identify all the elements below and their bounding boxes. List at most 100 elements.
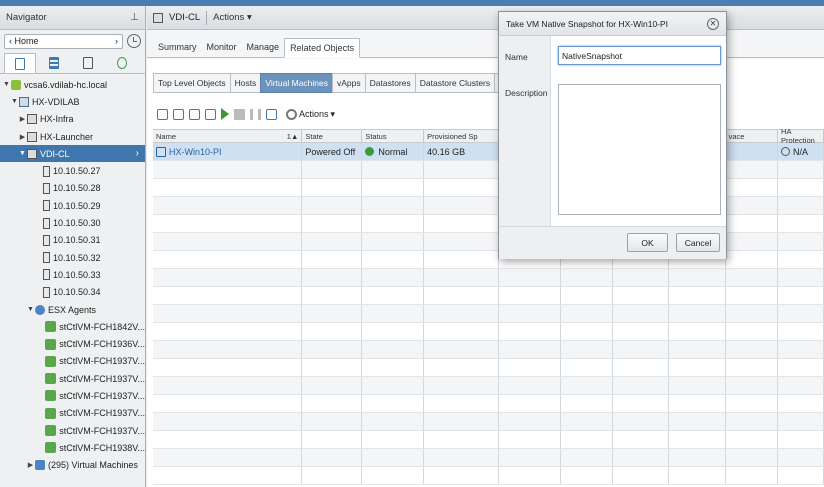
object-title-text: VDI-CL: [169, 12, 201, 23]
tab-networking[interactable]: [106, 53, 138, 73]
tree-item[interactable]: ▼ ESX Agents: [0, 301, 145, 318]
tree-item[interactable]: 10.10.50.34: [0, 284, 145, 301]
cell-status: Normal: [362, 143, 425, 160]
tab-manage[interactable]: Manage: [242, 37, 285, 57]
empty-cell: [362, 179, 425, 196]
history-icon[interactable]: [127, 34, 141, 48]
tab-hosts-clusters[interactable]: [4, 53, 36, 73]
tree-item[interactable]: stCtlVM-FCH1937V...: [0, 422, 145, 439]
column-header[interactable]: Name 1▲: [153, 130, 303, 142]
tree-item[interactable]: stCtlVM-FCH1937V...: [0, 353, 145, 370]
tree-item[interactable]: stCtlVM-FCH1842V...: [0, 318, 145, 335]
empty-cell: [499, 323, 561, 340]
tab-related-objects[interactable]: Related Objects: [284, 38, 361, 58]
expand-right-icon[interactable]: ▶: [18, 133, 27, 141]
tree-item[interactable]: ▼ VDI-CL ›: [0, 145, 145, 163]
vm-name-link[interactable]: HX-Win10-PI: [169, 147, 222, 157]
expand-right-icon[interactable]: ▶: [26, 461, 35, 469]
tab-summary[interactable]: Summary: [153, 37, 202, 57]
empty-cell: [362, 251, 425, 268]
cell-name: HX-Win10-PI: [153, 143, 303, 160]
home-label: Home: [14, 36, 39, 46]
power-on-icon[interactable]: [221, 108, 229, 120]
console-icon[interactable]: [266, 108, 277, 120]
migrate-icon[interactable]: [205, 108, 216, 120]
tree-item[interactable]: stCtlVM-FCH1938V...: [0, 439, 145, 456]
tab-storage[interactable]: [72, 53, 104, 73]
tree-item[interactable]: stCtlVM-FCH1937V...: [0, 370, 145, 387]
deploy-template-icon[interactable]: [173, 108, 184, 120]
tree-item[interactable]: 10.10.50.27: [0, 162, 145, 179]
expand-down-icon[interactable]: ▼: [10, 98, 19, 105]
column-header-label: Status: [365, 131, 387, 141]
tree-item[interactable]: ▶ HX-Infra: [0, 111, 145, 128]
empty-cell: [669, 359, 726, 376]
snapshot-description-input[interactable]: [558, 84, 721, 215]
expand-right-icon[interactable]: ▶: [18, 115, 27, 123]
empty-cell: [726, 341, 779, 358]
new-vm-icon[interactable]: [157, 108, 168, 120]
empty-cell: [778, 395, 824, 412]
tree-item[interactable]: 10.10.50.30: [0, 214, 145, 231]
tree-item[interactable]: ▼ vcsa6.vdilab-hc.local: [0, 76, 145, 93]
subtab-datastore-clusters[interactable]: Datastore Clusters: [414, 73, 496, 93]
tree-item[interactable]: ▶ (295) Virtual Machines: [0, 457, 145, 474]
tree-item[interactable]: stCtlVM-FCH1937V...: [0, 387, 145, 404]
subtab-vapps[interactable]: vApps: [332, 73, 366, 93]
empty-cell: [778, 359, 824, 376]
column-header[interactable]: vace: [726, 130, 779, 142]
column-header[interactable]: Status: [362, 130, 425, 142]
suspend-icon[interactable]: [250, 108, 261, 120]
toolbar-actions-button[interactable]: Actions ▾: [286, 108, 335, 120]
expand-down-icon[interactable]: ▼: [26, 306, 35, 313]
tree-item-label: stCtlVM-FCH1938V...: [59, 442, 145, 453]
tree-item[interactable]: 10.10.50.32: [0, 249, 145, 266]
empty-cell: [726, 449, 779, 466]
subtab-top-level-objects[interactable]: Top Level Objects: [153, 73, 231, 93]
tree-item[interactable]: stCtlVM-FCH1937V...: [0, 405, 145, 422]
tree-item-label: 10.10.50.31: [53, 235, 101, 246]
tab-monitor[interactable]: Monitor: [202, 37, 242, 57]
empty-cell: [613, 377, 670, 394]
cancel-button[interactable]: Cancel: [676, 233, 720, 252]
close-icon[interactable]: ✕: [707, 17, 719, 30]
tab-vms-templates[interactable]: [38, 53, 70, 73]
home-row: ‹ Home ›: [0, 30, 145, 52]
tree-item[interactable]: 10.10.50.33: [0, 266, 145, 283]
tree-item-label: HX-Infra: [40, 114, 74, 125]
vm-toolbar: Actions ▾: [157, 105, 335, 123]
empty-row: [153, 431, 824, 449]
snapshot-name-input[interactable]: NativeSnapshot: [558, 46, 721, 65]
tree-item[interactable]: 10.10.50.31: [0, 232, 145, 249]
empty-cell: [424, 179, 499, 196]
empty-cell: [499, 467, 561, 484]
column-header[interactable]: Provisioned Sp: [424, 130, 499, 142]
networking-icon: [117, 57, 127, 69]
tree-item[interactable]: ▶ HX-Launcher: [0, 128, 145, 145]
tree-item-label: (295) Virtual Machines: [48, 460, 138, 471]
actions-menu[interactable]: Actions ▾: [213, 12, 252, 23]
tree-item[interactable]: stCtlVM-FCH1936V...: [0, 335, 145, 352]
expand-down-icon[interactable]: ▼: [2, 81, 11, 88]
agent-vm-icon: [45, 338, 57, 350]
empty-cell: [153, 359, 303, 376]
pin-icon[interactable]: ⊥: [130, 12, 139, 23]
subtab-hosts[interactable]: Hosts: [229, 73, 262, 93]
empty-cell: [726, 395, 779, 412]
expand-down-icon[interactable]: ▼: [18, 150, 27, 157]
column-header[interactable]: State: [302, 130, 363, 142]
tree-item[interactable]: 10.10.50.28: [0, 180, 145, 197]
power-off-icon[interactable]: [234, 108, 245, 120]
ok-button[interactable]: OK: [627, 233, 668, 252]
vcenter-icon: [11, 79, 21, 90]
tree-item[interactable]: ▼ HX-VDILAB: [0, 93, 145, 110]
tree-item[interactable]: 10.10.50.29: [0, 197, 145, 214]
home-button[interactable]: ‹ Home ›: [4, 33, 123, 49]
tree-item-label: 10.10.50.29: [53, 200, 101, 211]
agent-vm-icon: [45, 373, 57, 385]
column-header[interactable]: HA Protection: [778, 127, 824, 145]
clone-vm-icon[interactable]: [189, 108, 200, 120]
cluster-icon: [27, 148, 37, 159]
subtab-virtual-machines[interactable]: Virtual Machines: [260, 73, 333, 93]
subtab-datastores[interactable]: Datastores: [364, 73, 416, 93]
